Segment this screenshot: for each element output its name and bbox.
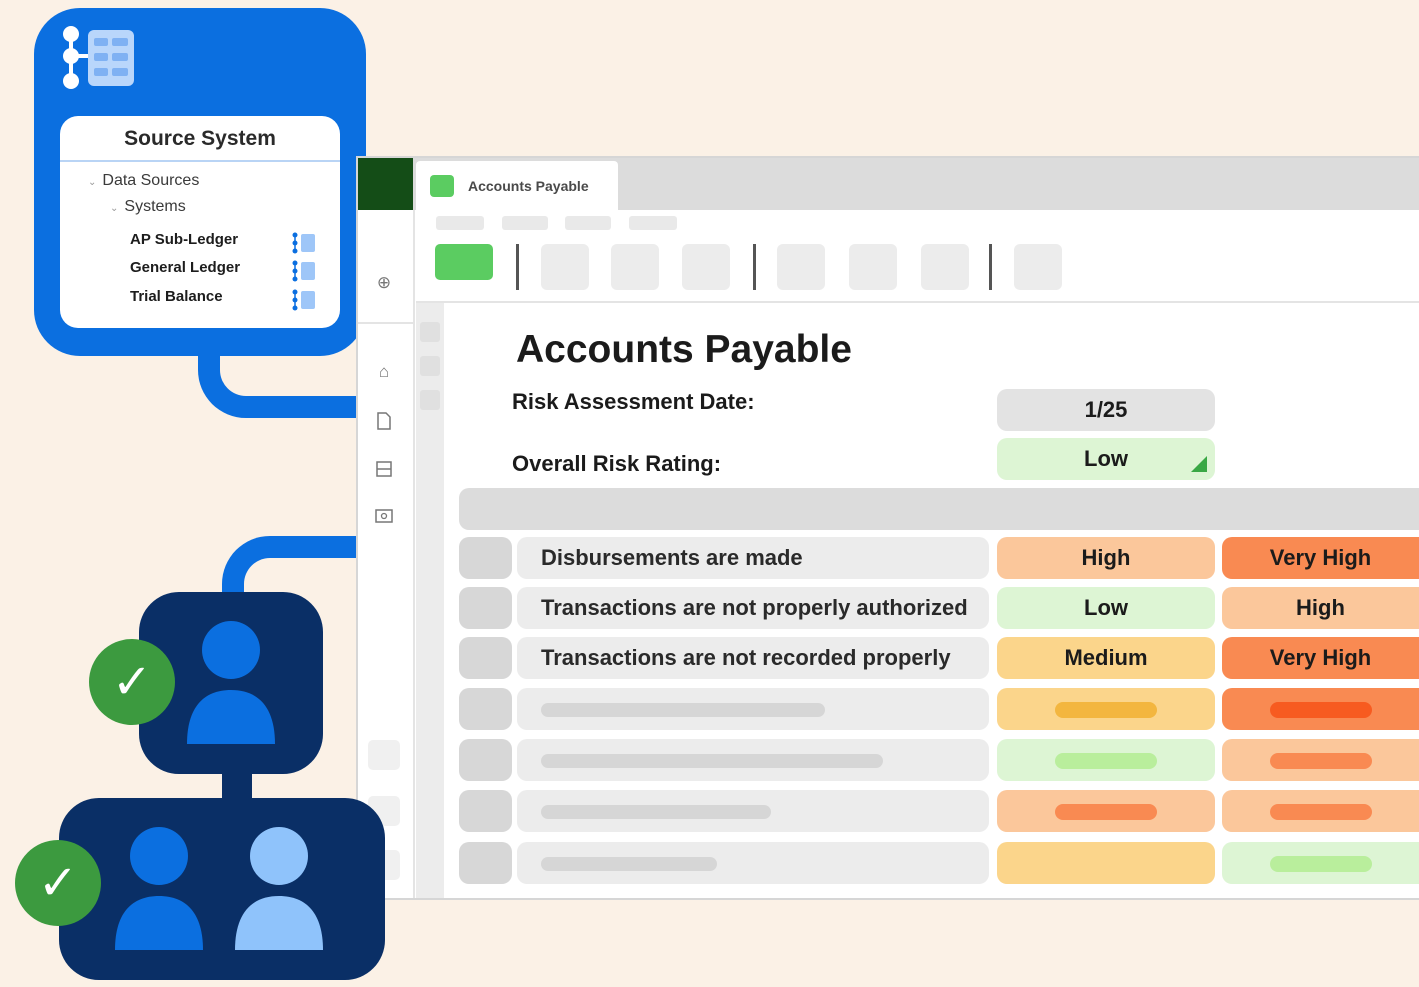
source-system-panel: Source System ⌄ Data Sources ⌄ Systems AP … [60, 116, 340, 328]
tab-accounts-payable[interactable]: Accounts Payable [416, 161, 618, 210]
toolbar-button[interactable] [682, 244, 730, 290]
hierarchy-icon [292, 289, 315, 311]
toolbar-button[interactable] [541, 244, 589, 290]
primary-action-button[interactable] [435, 244, 493, 280]
placeholder-cell[interactable] [1222, 842, 1419, 884]
toolbar-button[interactable] [611, 244, 659, 290]
placeholder-cell[interactable] [1222, 790, 1419, 832]
toolbar-button[interactable] [777, 244, 825, 290]
row-handle[interactable] [459, 688, 512, 730]
risk-cell[interactable]: Low [997, 587, 1215, 629]
placeholder-cell[interactable] [997, 688, 1215, 730]
toolbar-divider [416, 301, 1419, 303]
overall-risk-dropdown[interactable]: Low [997, 438, 1215, 480]
toolbar-separator [516, 244, 519, 290]
page-title: Accounts Payable [516, 328, 852, 371]
gutter-cell[interactable] [420, 390, 440, 410]
person-icon [187, 621, 275, 744]
source-system-title: Source System [60, 116, 340, 162]
toolbar-separator [753, 244, 756, 290]
placeholder-row-label[interactable] [517, 790, 989, 832]
placeholder-row-label[interactable] [517, 739, 989, 781]
toolbar-button[interactable] [849, 244, 897, 290]
person-icon [235, 827, 323, 950]
row-handle[interactable] [459, 790, 512, 832]
menu-placeholder[interactable] [565, 216, 611, 230]
home-icon[interactable]: ⌂ [373, 361, 395, 383]
menu-placeholder[interactable] [436, 216, 484, 230]
risk-row-label[interactable]: Transactions are not properly authorized [517, 587, 989, 629]
check-icon: ✓ [15, 840, 101, 926]
risk-date-label: Risk Assessment Date: [512, 389, 755, 414]
system-general-ledger[interactable]: General Ledger [130, 259, 240, 276]
placeholder-cell[interactable] [997, 739, 1215, 781]
check-icon: ✓ [89, 639, 175, 725]
system-ap-sub-ledger[interactable]: AP Sub-Ledger [130, 231, 238, 248]
inbox-icon[interactable] [373, 460, 395, 482]
chevron-down-icon: ⌄ [88, 177, 97, 188]
placeholder-cell[interactable] [1222, 688, 1419, 730]
system-trial-balance[interactable]: Trial Balance [130, 288, 223, 305]
risk-cell[interactable]: Very High [1222, 537, 1419, 579]
row-handle[interactable] [459, 587, 512, 629]
folder-icon[interactable] [373, 508, 395, 530]
rail-placeholder [368, 740, 400, 770]
risk-row-label[interactable]: Disbursements are made [517, 537, 989, 579]
placeholder-cell[interactable] [997, 790, 1215, 832]
risk-cell[interactable]: High [997, 537, 1215, 579]
placeholder-row-label[interactable] [517, 688, 989, 730]
hierarchy-icon [63, 26, 134, 89]
rail-divider [358, 322, 413, 324]
row-handle[interactable] [459, 739, 512, 781]
tree-node-data-sources[interactable]: ⌄ Data Sources [88, 172, 199, 190]
row-handle[interactable] [459, 842, 512, 884]
risk-date-field[interactable]: 1/25 [997, 389, 1215, 431]
chevron-down-icon: ⌄ [110, 203, 119, 214]
person-icon [115, 827, 203, 950]
file-icon[interactable] [373, 412, 395, 434]
sheet-icon [430, 174, 454, 197]
risk-cell[interactable]: Medium [997, 637, 1215, 679]
tree-node-systems[interactable]: ⌄ Systems [110, 198, 186, 216]
risk-cell[interactable]: Very High [1222, 637, 1419, 679]
row-handle[interactable] [459, 637, 512, 679]
gutter-cell[interactable] [420, 322, 440, 342]
gutter-cell[interactable] [420, 356, 440, 376]
approver-card-group [59, 798, 385, 980]
left-rail [358, 210, 415, 898]
placeholder-cell[interactable] [1222, 739, 1419, 781]
add-icon[interactable]: ⊕ [373, 272, 395, 294]
placeholder-row-label[interactable] [517, 842, 989, 884]
risk-row-label[interactable]: Transactions are not recorded properly [517, 637, 989, 679]
placeholder-cell[interactable] [997, 842, 1215, 884]
toolbar-button[interactable] [1014, 244, 1062, 290]
dropdown-corner-icon [1191, 456, 1207, 472]
row-handle[interactable] [459, 537, 512, 579]
menu-placeholder[interactable] [502, 216, 548, 230]
hierarchy-icon [292, 260, 315, 282]
app-brand-bar [358, 158, 413, 210]
table-header-band [459, 488, 1419, 530]
toolbar-separator [989, 244, 992, 290]
menu-placeholder[interactable] [629, 216, 677, 230]
overall-risk-label: Overall Risk Rating: [512, 451, 722, 476]
hierarchy-icon [292, 232, 315, 254]
risk-cell[interactable]: High [1222, 587, 1419, 629]
toolbar-button[interactable] [921, 244, 969, 290]
